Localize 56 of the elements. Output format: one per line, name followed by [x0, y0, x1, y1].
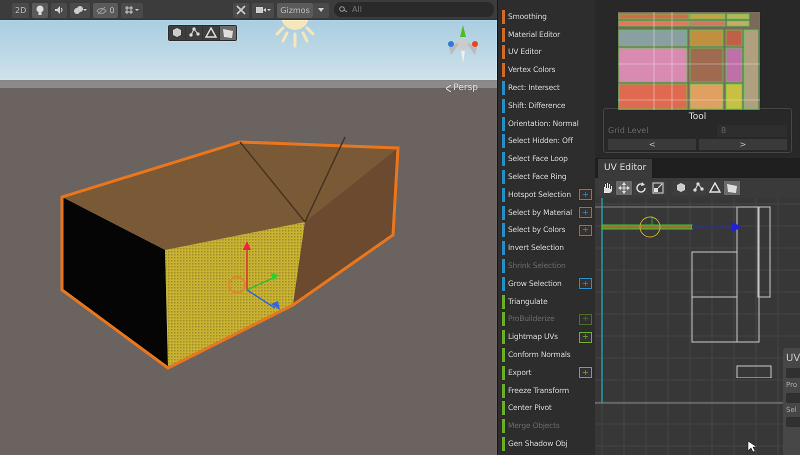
- camera-icon: [255, 5, 272, 16]
- mode-button[interactable]: [706, 181, 722, 195]
- tool-title: Tool: [688, 111, 708, 124]
- mode-button[interactable]: [672, 181, 688, 195]
- mode-button[interactable]: [690, 181, 706, 195]
- next-button[interactable]: >: [698, 138, 787, 150]
- light-bulb-icon: [36, 5, 44, 16]
- chevron-left-icon: [446, 85, 451, 92]
- tool-button[interactable]: [650, 181, 666, 195]
- edge-icon: [205, 27, 217, 39]
- hidden-objects-button[interactable]: 0: [93, 2, 118, 18]
- gizmos-button[interactable]: Gizmos: [277, 2, 313, 18]
- face-icon: [222, 27, 234, 39]
- eye-slash-icon: [96, 6, 108, 14]
- mouse-cursor-icon: [747, 440, 756, 453]
- vertex-icon: [692, 182, 704, 194]
- effects-icon: [73, 5, 88, 16]
- camera-button[interactable]: [252, 2, 274, 18]
- options-button[interactable]: +: [579, 367, 592, 378]
- vertex-icon: [188, 27, 200, 39]
- mode-button[interactable]: [724, 181, 740, 195]
- box-mesh-drawing[interactable]: [60, 136, 400, 370]
- gizmos-dropdown-button[interactable]: [312, 2, 329, 18]
- tool-button[interactable]: [616, 181, 632, 195]
- uv-editor-tab[interactable]: UV Editor: [598, 159, 652, 178]
- speaker-icon: [54, 5, 64, 16]
- cube-icon: [674, 182, 686, 194]
- hidden-count: 0: [110, 4, 115, 16]
- search-field[interactable]: All: [334, 2, 494, 18]
- face-icon: [726, 182, 738, 194]
- tool-button[interactable]: [599, 181, 615, 195]
- scale-icon: [652, 182, 664, 194]
- edge-icon: [708, 182, 720, 194]
- options-button[interactable]: +: [579, 332, 592, 343]
- mode-button[interactable]: [220, 26, 236, 40]
- mode-button[interactable]: [203, 26, 219, 40]
- mode-button[interactable]: [186, 26, 202, 40]
- audio-button[interactable]: [51, 2, 68, 18]
- caret-icon: [318, 8, 324, 12]
- grid-button[interactable]: [120, 2, 143, 18]
- lighting-button[interactable]: [32, 2, 48, 18]
- tools-button[interactable]: [233, 2, 250, 18]
- hand-icon: [601, 182, 613, 194]
- effects-button[interactable]: [70, 2, 90, 18]
- grid-icon: [124, 5, 140, 16]
- sun-icon: [273, 20, 317, 48]
- grid-level-label: Grid Level: [608, 124, 648, 136]
- 2d-toggle-button[interactable]: 2D: [12, 2, 30, 18]
- uv-panel-title: UV: [786, 352, 800, 366]
- move-arrows-icon: [618, 182, 630, 194]
- cube-icon: [171, 27, 183, 39]
- rotate-icon: [635, 182, 647, 194]
- tool-button[interactable]: [633, 181, 649, 195]
- mode-button[interactable]: [169, 26, 185, 40]
- search-icon: [339, 6, 348, 14]
- previous-button[interactable]: <: [608, 138, 696, 150]
